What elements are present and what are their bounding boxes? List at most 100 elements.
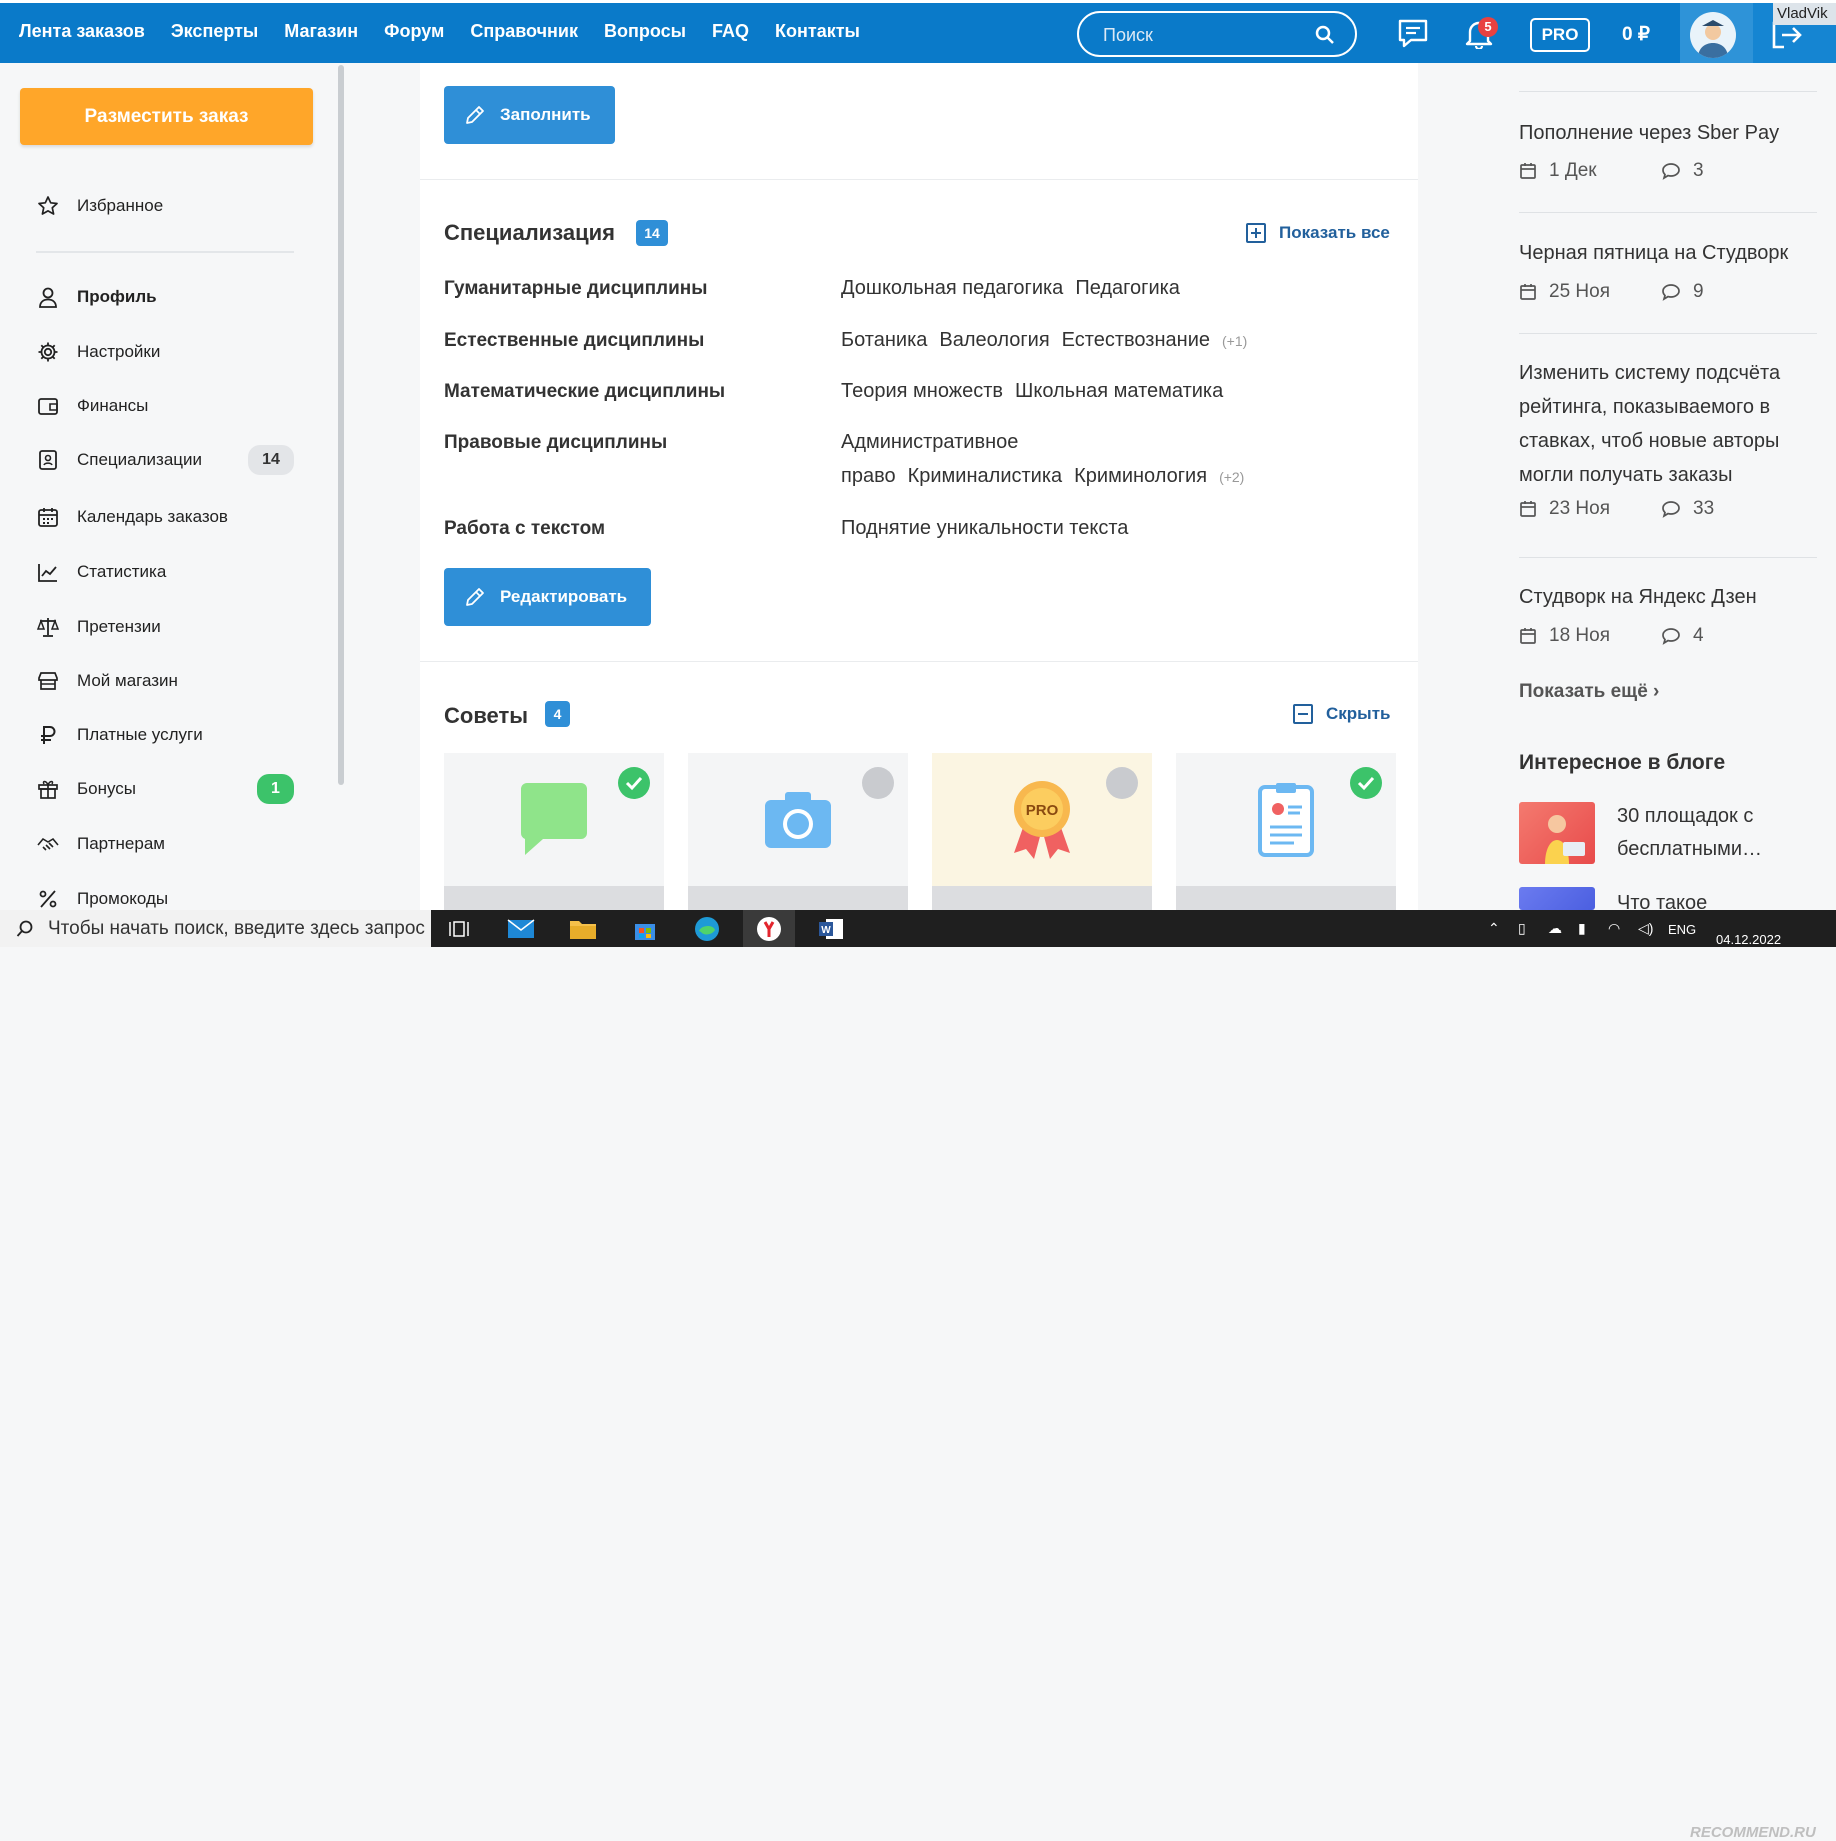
nav-forum[interactable]: Форум (384, 21, 444, 42)
category-tags: Административное право Криминалистика Крим… (841, 425, 1311, 494)
edge-browser-icon[interactable] (692, 914, 722, 944)
news-item-title[interactable]: Изменить систему подсчёта рейтинга, пока… (1519, 356, 1819, 492)
calendar-icon (1520, 501, 1536, 517)
search-input[interactable]: Поиск (1077, 11, 1357, 57)
nav-reference[interactable]: Справочник (470, 21, 578, 42)
comment-icon (1662, 501, 1680, 518)
tag[interactable]: Поднятие уникальности текста (841, 517, 1128, 539)
nav-questions[interactable]: Вопросы (604, 21, 686, 42)
messages-icon[interactable] (1397, 18, 1429, 48)
category-tags: Поднятие уникальности текста (841, 511, 1401, 545)
yandex-browser-icon[interactable] (743, 910, 795, 947)
tag[interactable]: Криминалистика (908, 465, 1063, 487)
incomplete-circle-icon (1106, 767, 1138, 799)
news-date: 1 Дек (1549, 160, 1597, 181)
tag[interactable]: Теория множеств (841, 380, 1003, 402)
calendar-icon (1520, 284, 1536, 300)
blog-thumbnail[interactable] (1519, 802, 1595, 864)
tray-language[interactable]: ENG (1668, 922, 1696, 937)
show-all-link[interactable]: Показать все (1245, 222, 1390, 244)
nav-experts[interactable]: Эксперты (171, 21, 258, 42)
store-app-icon[interactable] (630, 914, 660, 944)
sidebar-item-statistics[interactable]: Статистика (36, 557, 166, 587)
news-divider (1519, 91, 1817, 92)
blog-item-title[interactable]: 30 площадок с бесплатными… (1617, 800, 1817, 866)
search-icon[interactable] (1315, 25, 1335, 45)
sidebar-item-paid-services[interactable]: Платные услуги (36, 720, 203, 750)
blog-thumbnail[interactable] (1519, 887, 1595, 910)
mail-icon[interactable] (506, 914, 536, 944)
tip-card[interactable] (688, 753, 908, 910)
search-placeholder: Поиск (1103, 25, 1153, 45)
camera-icon (765, 792, 831, 848)
news-item-title[interactable]: Студворк на Яндекс Дзен (1519, 580, 1819, 614)
sidebar-item-specializations[interactable]: Специализации (36, 445, 202, 475)
more-tags-count[interactable]: (+1) (1222, 333, 1247, 349)
news-item-title[interactable]: Пополнение через Sber Pay (1519, 116, 1819, 150)
sidebar-item-label: Статистика (77, 562, 167, 581)
taskbar-search[interactable]: Чтобы начать поиск, введите здесь запрос (0, 910, 431, 947)
tag[interactable]: Естествознание (1062, 329, 1210, 351)
tray-date[interactable]: 04.12.2022 (1716, 932, 1781, 947)
completed-check-icon (1350, 767, 1382, 799)
sidebar-item-label: Мой магазин (77, 671, 178, 690)
tray-battery-icon[interactable]: ▮ (1578, 920, 1586, 937)
category-humanities: Гуманитарные дисциплины (444, 278, 708, 299)
pro-button[interactable]: PRO (1530, 18, 1590, 52)
balance[interactable]: 0 ₽ (1622, 23, 1650, 46)
nav-orders-feed[interactable]: Лента заказов (19, 21, 145, 42)
more-tags-count[interactable]: (+2) (1219, 469, 1244, 485)
tag[interactable]: Криминология (1074, 465, 1207, 487)
edit-button[interactable]: Редактировать (444, 568, 652, 626)
nav-faq[interactable]: FAQ (712, 21, 749, 42)
sidebar-item-settings[interactable]: Настройки (36, 337, 160, 367)
sidebar-item-finances[interactable]: Финансы (36, 391, 148, 421)
chart-line-icon (38, 564, 57, 582)
sidebar-scrollbar[interactable] (338, 65, 344, 785)
tray-wifi-icon[interactable]: ◠ (1608, 920, 1620, 937)
news-item-title[interactable]: Черная пятница на Студворк (1519, 236, 1819, 270)
watermark: RECOMMEND.RU (1690, 1824, 1816, 1841)
sidebar-item-bonuses[interactable]: Бонусы (36, 774, 136, 804)
tip-card[interactable] (444, 753, 664, 910)
tag[interactable]: Школьная математика (1015, 380, 1223, 402)
place-order-button[interactable]: Разместить заказ (20, 88, 313, 145)
sidebar-item-my-store[interactable]: Мой магазин (36, 666, 178, 696)
tip-card[interactable]: PRO (932, 753, 1152, 910)
tray-volume-icon[interactable]: ◁) (1638, 920, 1653, 937)
avatar[interactable] (1690, 12, 1736, 58)
blog-section-title: Интересное в блоге (1519, 751, 1726, 774)
file-explorer-icon[interactable] (568, 914, 598, 944)
username-label: VladVik (1773, 3, 1836, 25)
sidebar-item-orders-calendar[interactable]: Календарь заказов (36, 502, 228, 532)
sidebar-item-label: Промокоды (77, 889, 169, 908)
tag[interactable]: Дошкольная педагогика (841, 277, 1063, 299)
tip-card[interactable] (1176, 753, 1396, 910)
tray-chevron-up-icon[interactable]: ⌃ (1488, 920, 1500, 937)
category-mathematics: Математические дисциплины (444, 381, 726, 402)
sidebar-item-partners[interactable]: Партнерам (36, 829, 165, 859)
fill-button[interactable]: Заполнить (444, 86, 615, 144)
sidebar-item-claims[interactable]: Претензии (36, 612, 161, 642)
tag[interactable]: Валеология (939, 329, 1049, 351)
news-comments: 4 (1693, 625, 1704, 646)
sidebar-item-profile[interactable]: Профиль (36, 282, 157, 312)
tray-device-icon[interactable]: ▯ (1518, 920, 1526, 937)
show-more-link[interactable]: Показать ещё › (1519, 681, 1659, 703)
news-comments: 9 (1693, 281, 1704, 302)
tag[interactable]: Педагогика (1075, 277, 1180, 299)
gear-icon (38, 342, 58, 362)
category-tags: Теория множеств Школьная математика (841, 374, 1401, 408)
gift-icon (38, 780, 58, 799)
sidebar-item-favorites[interactable]: Избранное (36, 191, 163, 221)
sidebar-item-label: Избранное (77, 196, 164, 215)
hide-tips-link[interactable]: Скрыть (1292, 703, 1390, 725)
pencil-icon (466, 106, 484, 124)
blog-item-title[interactable]: Что такое (1617, 887, 1817, 910)
tray-cloud-icon[interactable]: ☁ (1548, 920, 1562, 937)
task-view-icon[interactable] (444, 914, 474, 944)
nav-contacts[interactable]: Контакты (775, 21, 860, 42)
tag[interactable]: Ботаника (841, 329, 927, 351)
word-icon[interactable]: W (816, 914, 846, 944)
nav-shop[interactable]: Магазин (284, 21, 358, 42)
